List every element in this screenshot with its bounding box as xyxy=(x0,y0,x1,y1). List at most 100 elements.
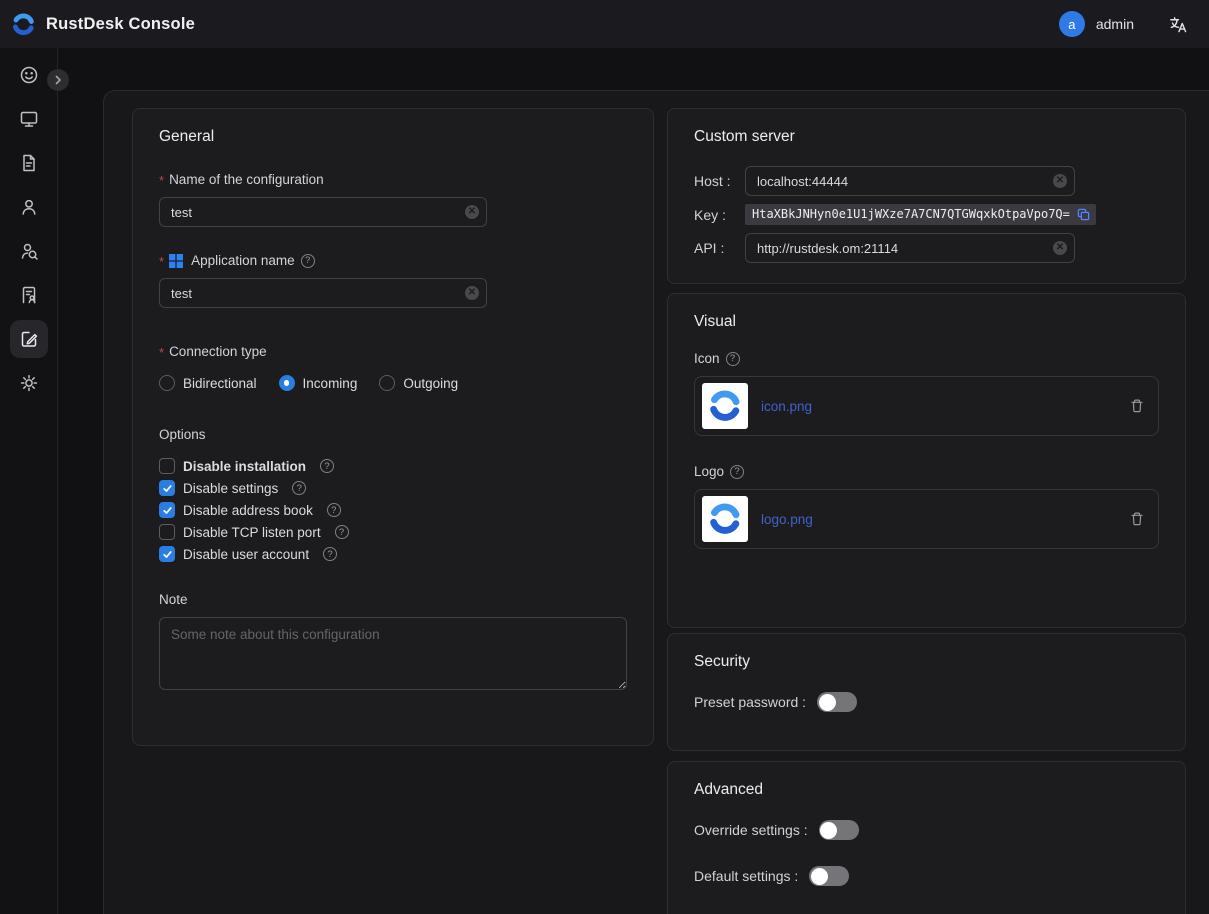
user-avatar[interactable]: a xyxy=(1059,11,1085,37)
note-label: Note xyxy=(159,592,627,607)
radio-outgoing[interactable]: Outgoing xyxy=(379,375,458,391)
host-input[interactable] xyxy=(745,166,1075,196)
monitor-icon xyxy=(10,100,48,138)
sidebar-item-devices[interactable] xyxy=(7,97,51,141)
server-key-value: HtaXBkJNHyn0e1U1jWXze7A7CN7QTGWqxkOtpaVp… xyxy=(745,204,1096,225)
license-document-icon xyxy=(10,276,48,314)
key-label: Key : xyxy=(694,207,745,223)
override-settings-toggle[interactable] xyxy=(819,820,859,840)
note-textarea[interactable] xyxy=(159,617,627,690)
required-asterisk: * xyxy=(159,173,164,188)
default-settings-toggle[interactable] xyxy=(809,866,849,886)
translate-icon[interactable] xyxy=(1168,15,1187,34)
help-icon[interactable]: ? xyxy=(726,352,740,366)
preset-password-row: Preset password : xyxy=(694,692,1159,712)
check-icon xyxy=(162,483,173,494)
help-icon[interactable]: ? xyxy=(335,525,349,539)
user-icon xyxy=(10,188,48,226)
icon-file-link[interactable]: icon.png xyxy=(761,399,812,414)
api-label: API : xyxy=(694,240,745,256)
username-label[interactable]: admin xyxy=(1096,16,1134,32)
general-card: General * Name of the configuration ✕ * … xyxy=(132,108,654,746)
advanced-title: Advanced xyxy=(694,781,1159,799)
sidebar-expand-button[interactable] xyxy=(47,69,69,91)
sidebar-item-audit[interactable] xyxy=(7,141,51,185)
sidebar-item-groups[interactable] xyxy=(7,229,51,273)
help-icon[interactable]: ? xyxy=(327,503,341,517)
radio-incoming[interactable]: Incoming xyxy=(279,375,358,391)
checkbox[interactable] xyxy=(159,546,175,562)
copy-icon[interactable] xyxy=(1077,208,1090,221)
logo-label: Logo ? xyxy=(694,464,1159,479)
top-navbar: RustDesk Console a admin xyxy=(0,0,1209,48)
clear-input-icon[interactable]: ✕ xyxy=(465,286,479,300)
checkbox-row-disable-user-account: Disable user account ? xyxy=(159,546,627,562)
help-icon[interactable]: ? xyxy=(320,459,334,473)
rustdesk-logo-icon xyxy=(706,500,744,538)
icon-thumbnail xyxy=(702,383,748,429)
rustdesk-logo-icon xyxy=(706,387,744,425)
clear-input-icon[interactable]: ✕ xyxy=(465,205,479,219)
sidebar-item-settings[interactable] xyxy=(7,361,51,405)
main-content-panel: General * Name of the configuration ✕ * … xyxy=(103,90,1209,914)
sidebar-nav xyxy=(0,48,58,914)
sidebar-item-dashboard[interactable] xyxy=(7,53,51,97)
general-card-title: General xyxy=(159,128,627,146)
host-label: Host : xyxy=(694,173,745,189)
help-icon[interactable]: ? xyxy=(323,547,337,561)
checkbox-row-disable-installation: Disable installation ? xyxy=(159,458,627,474)
connection-type-radio-group: Bidirectional Incoming Outgoing xyxy=(159,375,627,391)
override-settings-row: Override settings : xyxy=(694,820,1159,840)
radio-circle-icon xyxy=(279,375,295,391)
custom-server-card: Custom server Host : ✕ Key : HtaXBkJNHyn… xyxy=(667,108,1186,284)
override-settings-label: Override settings : xyxy=(694,822,808,838)
checkbox[interactable] xyxy=(159,502,175,518)
rustdesk-logo-icon xyxy=(10,11,37,38)
smiley-icon xyxy=(10,56,48,94)
sidebar-item-users[interactable] xyxy=(7,185,51,229)
checkbox-row-disable-settings: Disable settings ? xyxy=(159,480,627,496)
application-name-input[interactable] xyxy=(159,278,487,308)
radio-circle-icon xyxy=(159,375,175,391)
sidebar-item-license[interactable] xyxy=(7,273,51,317)
config-name-input[interactable] xyxy=(159,197,487,227)
clear-input-icon[interactable]: ✕ xyxy=(1053,241,1067,255)
required-asterisk: * xyxy=(159,254,164,269)
check-icon xyxy=(162,549,173,560)
api-input[interactable] xyxy=(745,233,1075,263)
default-settings-label: Default settings : xyxy=(694,868,798,884)
checkbox[interactable] xyxy=(159,480,175,496)
user-search-icon xyxy=(10,232,48,270)
clear-input-icon[interactable]: ✕ xyxy=(1053,174,1067,188)
help-icon[interactable]: ? xyxy=(301,254,315,268)
help-icon[interactable]: ? xyxy=(730,465,744,479)
logo-thumbnail xyxy=(702,496,748,542)
advanced-card: Advanced Override settings : Default set… xyxy=(667,761,1186,914)
logo-file-row: logo.png xyxy=(694,489,1159,549)
checkbox-row-disable-address-book: Disable address book ? xyxy=(159,502,627,518)
app-title: RustDesk Console xyxy=(46,15,195,34)
edit-icon xyxy=(10,320,48,358)
settings-gear-icon xyxy=(10,364,48,402)
options-label: Options xyxy=(159,427,627,442)
security-title: Security xyxy=(694,653,1159,671)
help-icon[interactable]: ? xyxy=(292,481,306,495)
windows-logo-icon xyxy=(169,254,183,268)
custom-server-title: Custom server xyxy=(694,128,1159,146)
check-icon xyxy=(162,505,173,516)
sidebar-item-custom-client[interactable] xyxy=(7,317,51,361)
required-asterisk: * xyxy=(159,345,164,360)
radio-bidirectional[interactable]: Bidirectional xyxy=(159,375,257,391)
logo-file-link[interactable]: logo.png xyxy=(761,512,813,527)
icon-file-row: icon.png xyxy=(694,376,1159,436)
radio-circle-icon xyxy=(379,375,395,391)
delete-trash-icon[interactable] xyxy=(1129,398,1145,414)
connection-type-label: * Connection type xyxy=(159,344,627,359)
brand: RustDesk Console xyxy=(10,11,195,38)
security-card: Security Preset password : xyxy=(667,633,1186,751)
checkbox[interactable] xyxy=(159,458,175,474)
chevron-right-icon xyxy=(52,74,64,86)
delete-trash-icon[interactable] xyxy=(1129,511,1145,527)
preset-password-toggle[interactable] xyxy=(817,692,857,712)
checkbox[interactable] xyxy=(159,524,175,540)
